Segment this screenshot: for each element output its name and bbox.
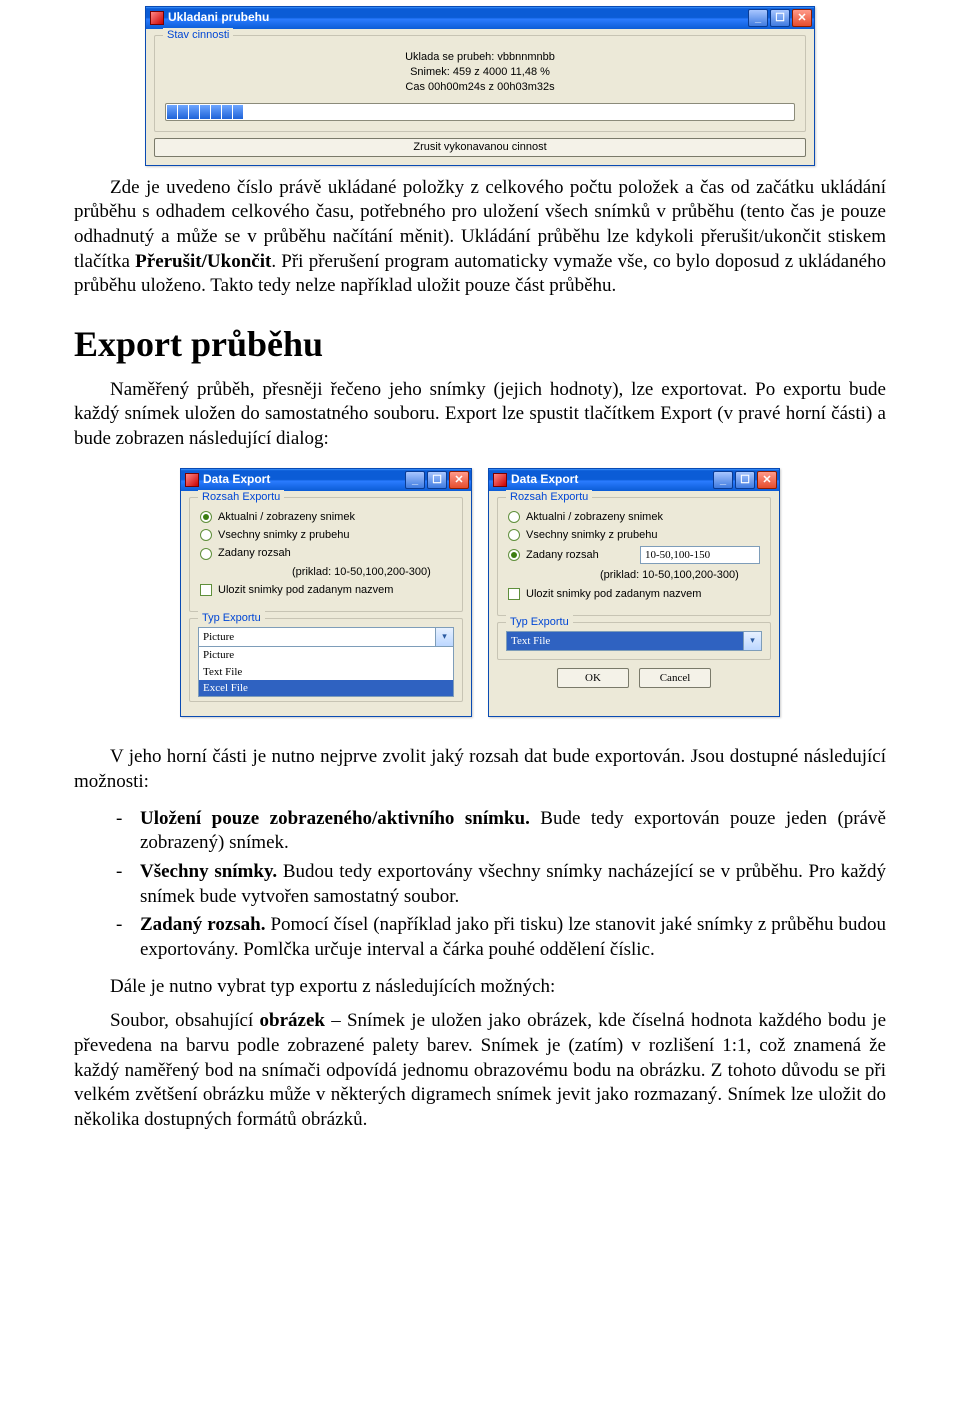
range-input[interactable]: 10-50,100-150 [640,546,760,564]
maximize-button[interactable]: ☐ [427,471,447,489]
window-title: Data Export [203,472,270,488]
radio-icon [508,529,520,541]
status-text: Uklada se prubeh: vbbnnmnbb Snimek: 459 … [165,50,795,95]
range-hint: (priklad: 10-50,100,200-300) [200,565,452,579]
export-type-select[interactable]: Text File ▾ [506,631,762,651]
close-button[interactable]: ✕ [449,471,469,489]
radio-icon [508,549,520,561]
maximize-button[interactable]: ☐ [770,9,790,27]
chevron-down-icon: ▾ [435,628,453,646]
checkbox-icon [508,588,520,600]
radio-all-frames[interactable]: Vsechny snimky z prubehu [200,528,452,542]
export-dialog-right: Data Export _ ☐ ✕ Rozsah Exportu Aktualn… [488,468,780,717]
status-line-2: Snimek: 459 z 4000 11,48 % [165,65,795,80]
paragraph-2: Naměřený průběh, přesněji řečeno jeho sn… [74,378,886,452]
export-dialog-left: Data Export _ ☐ ✕ Rozsah Exportu Aktualn… [180,468,472,717]
options-list: Uložení pouze zobrazeného/aktivního sním… [74,807,886,963]
paragraph-4b: Soubor, obsahující obrázek – Snímek je u… [74,1009,886,1132]
range-hint: (priklad: 10-50,100,200-300) [508,568,760,582]
radio-icon [200,511,212,523]
export-type-listbox[interactable]: Picture Text File Excel File [198,647,454,697]
app-icon [185,473,199,487]
groupbox-legend: Stav cinnosti [163,28,233,42]
option-picture[interactable]: Picture [199,647,453,663]
range-groupbox: Rozsah Exportu Aktualni / zobrazeny snim… [189,497,463,612]
radio-icon [200,529,212,541]
minimize-button[interactable]: _ [713,471,733,489]
export-type-select[interactable]: Picture ▾ [198,627,454,647]
paragraph-3: V jeho horní části je nutno nejprve zvol… [74,745,886,794]
option-excel-file[interactable]: Excel File [199,680,453,696]
titlebar[interactable]: Ukladani prubehu _ ☐ ✕ [146,7,814,29]
checkbox-icon [200,584,212,596]
heading-export: Export průběhu [74,321,886,368]
type-groupbox: Typ Exportu Picture ▾ Picture Text File … [189,618,463,702]
close-button[interactable]: ✕ [757,471,777,489]
type-groupbox: Typ Exportu Text File ▾ [497,622,771,660]
save-progress-window: Ukladani prubehu _ ☐ ✕ Stav cinnosti Ukl… [145,6,815,166]
paragraph-4a: Dále je nutno vybrat typ exportu z násle… [74,975,886,1000]
radio-current-frame[interactable]: Aktualni / zobrazeny snimek [508,510,760,524]
titlebar[interactable]: Data Export _ ☐ ✕ [181,469,471,491]
range-groupbox: Rozsah Exportu Aktualni / zobrazeny snim… [497,497,771,616]
chevron-down-icon: ▾ [743,632,761,650]
app-icon [150,11,164,25]
radio-given-range[interactable]: Zadany rozsah 10-50,100-150 [508,546,760,564]
list-item: Zadaný rozsah. Pomocí čísel (například j… [116,913,886,962]
radio-given-range[interactable]: Zadany rozsah [200,546,452,560]
window-title: Ukladani prubehu [168,10,269,26]
progress-bar [165,103,795,121]
status-line-3: Cas 00h00m24s z 00h03m32s [165,80,795,95]
maximize-button[interactable]: ☐ [735,471,755,489]
list-item: Všechny snímky. Budou tedy exportovány v… [116,860,886,909]
minimize-button[interactable]: _ [405,471,425,489]
radio-icon [200,548,212,560]
check-save-under-name[interactable]: Ulozit snimky pod zadanym nazvem [508,587,760,601]
radio-all-frames[interactable]: Vsechny snimky z prubehu [508,528,760,542]
window-title: Data Export [511,472,578,488]
titlebar[interactable]: Data Export _ ☐ ✕ [489,469,779,491]
radio-current-frame[interactable]: Aktualni / zobrazeny snimek [200,510,452,524]
check-save-under-name[interactable]: Ulozit snimky pod zadanym nazvem [200,583,452,597]
app-icon [493,473,507,487]
paragraph-1: Zde je uvedeno číslo právě ukládané polo… [74,176,886,299]
option-text-file[interactable]: Text File [199,664,453,680]
status-line-1: Uklada se prubeh: vbbnnmnbb [165,50,795,65]
groupbox-legend: Rozsah Exportu [198,490,284,504]
ok-button[interactable]: OK [557,668,629,688]
minimize-button[interactable]: _ [748,9,768,27]
cancel-operation-button[interactable]: Zrusit vykonavanou cinnost [154,138,806,157]
groupbox-legend: Typ Exportu [506,615,573,629]
status-groupbox: Stav cinnosti Uklada se prubeh: vbbnnmnb… [154,35,806,132]
groupbox-legend: Rozsah Exportu [506,490,592,504]
list-item: Uložení pouze zobrazeného/aktivního sním… [116,807,886,856]
close-button[interactable]: ✕ [792,9,812,27]
radio-icon [508,511,520,523]
groupbox-legend: Typ Exportu [198,611,265,625]
cancel-button[interactable]: Cancel [639,668,711,688]
